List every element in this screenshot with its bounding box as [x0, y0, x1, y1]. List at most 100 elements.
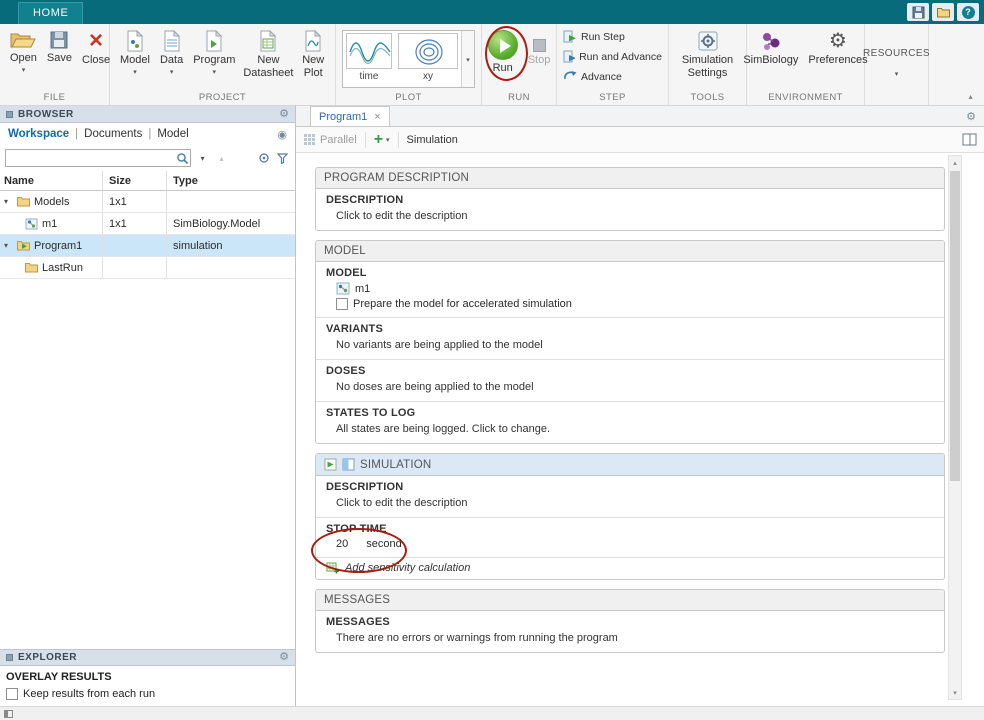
doses-block[interactable]: DOSES No doses are being applied to the … — [316, 359, 944, 401]
prepare-model-row[interactable]: Prepare the model for accelerated simula… — [326, 298, 934, 310]
description-text[interactable]: Click to edit the description — [326, 209, 934, 223]
description-text[interactable]: Click to edit the description — [326, 496, 934, 510]
scope-icon[interactable] — [256, 151, 271, 166]
add-sensitivity-row[interactable]: Add sensitivity calculation — [316, 557, 944, 579]
ribbon-group-resources[interactable]: RESOURCES ▾ — [863, 24, 930, 105]
table-header-row[interactable]: Name Size Type — [0, 171, 295, 191]
doses-text[interactable]: No doses are being applied to the model — [326, 380, 934, 394]
plot-gallery: time xy ▾ — [342, 30, 475, 88]
open-button[interactable]: Open ▾ — [6, 28, 41, 76]
variants-label: VARIANTS — [326, 323, 384, 335]
toolbar-separator — [397, 131, 399, 148]
run-and-advance-button[interactable]: Run and Advance — [563, 50, 662, 63]
gear-icon[interactable]: ⚙ — [966, 110, 976, 123]
stop-button[interactable]: Stop — [524, 28, 555, 69]
prepare-model-checkbox[interactable] — [336, 298, 348, 310]
variants-block[interactable]: VARIANTS No variants are being applied t… — [316, 317, 944, 359]
simulation-settings-button[interactable]: Simulation Settings — [675, 28, 740, 81]
search-icon[interactable] — [174, 152, 190, 165]
tab-documents[interactable]: Documents — [84, 128, 142, 140]
save-icon — [912, 6, 924, 18]
scroll-down-icon[interactable]: ▾ — [949, 686, 961, 699]
save-quick-button[interactable] — [907, 3, 929, 21]
twisty-open-icon[interactable]: ▾ — [4, 197, 13, 206]
twisty-open-icon[interactable]: ▾ — [4, 241, 13, 250]
table-row-models[interactable]: ▾ Models 1x1 — [0, 191, 295, 213]
panel-options-icon[interactable]: ◉ — [277, 128, 287, 141]
vertical-scrollbar[interactable]: ▴ ▾ — [948, 155, 962, 700]
description-block[interactable]: DESCRIPTION Click to edit the descriptio… — [316, 189, 944, 230]
ribbon-group-plot: time xy ▾ PLOT — [336, 24, 482, 105]
tab-model[interactable]: Model — [157, 128, 188, 140]
messages-section-header[interactable]: MESSAGES — [316, 590, 944, 611]
states-to-log-block[interactable]: STATES TO LOG All states are being logge… — [316, 401, 944, 443]
scroll-up-icon[interactable]: ▴ — [949, 156, 961, 169]
model-section-header[interactable]: MODEL — [316, 241, 944, 262]
run-button[interactable]: Run — [484, 28, 522, 77]
stop-time-value[interactable]: 20 — [336, 538, 348, 550]
search-previous-icon[interactable]: ▴ — [214, 151, 229, 166]
tab-program1[interactable]: Program1 × — [310, 106, 390, 126]
close-icon[interactable]: × — [374, 111, 380, 123]
model-button[interactable]: Model ▾ — [116, 28, 154, 78]
preferences-button[interactable]: ⚙ Preferences — [804, 28, 871, 69]
add-sensitivity-link[interactable]: Add sensitivity calculation — [345, 562, 470, 574]
parallel-button[interactable]: Parallel — [304, 134, 357, 146]
search-box[interactable] — [5, 149, 191, 167]
explorer-panel-header[interactable]: EXPLORER ⚙ — [0, 649, 295, 666]
close-button[interactable]: × Close — [78, 28, 114, 69]
gear-icon[interactable]: ⚙ — [279, 108, 289, 120]
variants-text[interactable]: No variants are being applied to the mod… — [326, 338, 934, 352]
tab-workspace[interactable]: Workspace — [8, 128, 69, 140]
stop-time-unit[interactable]: second — [366, 538, 401, 550]
plot-type-xy[interactable]: xy — [395, 31, 461, 87]
column-header-name[interactable]: Name — [0, 171, 103, 190]
search-options-chevron-icon[interactable]: ▾ — [195, 151, 210, 166]
filter-icon[interactable] — [275, 151, 290, 166]
program-button[interactable]: Program ▾ — [189, 28, 239, 78]
column-header-size[interactable]: Size — [103, 171, 167, 190]
gear-icon[interactable]: ⚙ — [279, 652, 289, 663]
keep-results-row[interactable]: Keep results from each run — [0, 685, 295, 706]
states-to-log-text[interactable]: All states are being logged. Click to ch… — [326, 422, 934, 436]
save-button[interactable]: Save — [43, 28, 76, 67]
open-quick-button[interactable] — [932, 3, 954, 21]
close-label: Close — [82, 54, 111, 66]
new-datasheet-button[interactable]: New Datasheet — [241, 28, 295, 81]
panel-toggle-icon[interactable] — [4, 709, 13, 718]
run-step-label: Run Step — [581, 30, 625, 43]
layout-icon[interactable] — [962, 133, 977, 149]
collapse-ribbon-icon[interactable]: ▲ — [967, 94, 974, 101]
simulation-section-header[interactable]: SIMULATION — [316, 454, 944, 476]
advance-button[interactable]: Advance — [563, 70, 662, 83]
new-plot-button[interactable]: New Plot — [297, 28, 329, 81]
simulation-description-block[interactable]: DESCRIPTION Click to edit the descriptio… — [316, 476, 944, 517]
browser-panel: BROWSER ⚙ Workspace | Documents | Model … — [0, 106, 296, 706]
browser-panel-title: BROWSER — [18, 108, 74, 120]
column-header-type[interactable]: Type — [167, 171, 295, 190]
row-name: Models — [34, 195, 70, 208]
plot-icon — [305, 30, 322, 52]
stop-time-block[interactable]: STOP TIME 20 second — [316, 517, 944, 557]
tab-home[interactable]: HOME — [18, 2, 84, 24]
gallery-dropdown-button[interactable]: ▾ — [461, 31, 474, 87]
help-button[interactable]: ? — [957, 3, 979, 21]
model-m1-row[interactable]: m1 — [326, 282, 934, 295]
program-description-header[interactable]: PROGRAM DESCRIPTION — [316, 168, 944, 189]
open-label: Open — [10, 52, 37, 64]
table-row-lastrun[interactable]: LastRun — [0, 257, 295, 279]
run-step-button[interactable]: Run Step — [563, 30, 662, 43]
group-label-environment: ENVIRONMENT — [768, 92, 843, 103]
keep-results-checkbox[interactable] — [6, 688, 18, 700]
chevron-down-icon: ▾ — [212, 68, 217, 76]
data-button[interactable]: Data ▾ — [156, 28, 187, 78]
search-input[interactable] — [6, 150, 174, 166]
browser-panel-header[interactable]: BROWSER ⚙ — [0, 106, 295, 123]
scrollbar-thumb[interactable] — [950, 171, 960, 481]
states-to-log-label: STATES TO LOG — [326, 407, 416, 419]
simbiology-button[interactable]: SimBiology — [739, 28, 802, 69]
plot-type-time[interactable]: time — [343, 31, 395, 87]
table-row-m1[interactable]: m1 1x1 SimBiology.Model — [0, 213, 295, 235]
table-row-program1[interactable]: ▾ Program1 simulation — [0, 235, 295, 257]
add-step-button[interactable]: + ▾ — [374, 131, 390, 147]
